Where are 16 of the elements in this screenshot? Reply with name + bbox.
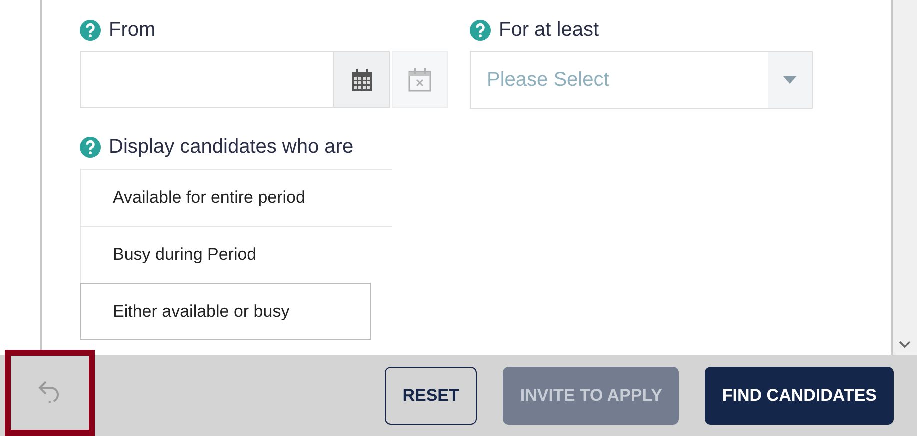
scroll-down-icon[interactable] bbox=[899, 341, 911, 349]
help-icon[interactable] bbox=[80, 20, 101, 40]
availability-option[interactable]: Either available or busy bbox=[80, 283, 371, 340]
calendar-icon bbox=[350, 68, 372, 92]
field-label: Display candidates who are bbox=[109, 135, 354, 160]
action-button[interactable]: RESET bbox=[384, 366, 478, 424]
field-label: For at least bbox=[499, 18, 600, 43]
field-label: From bbox=[109, 18, 156, 43]
availability-option[interactable]: Available for entire period bbox=[80, 169, 392, 226]
calendar-button[interactable] bbox=[333, 51, 390, 108]
action-button[interactable]: FIND CANDIDATES bbox=[705, 366, 894, 424]
help-icon[interactable] bbox=[80, 136, 101, 158]
help-icon[interactable] bbox=[470, 20, 491, 40]
calendar-clear-icon bbox=[408, 66, 432, 92]
availability-option[interactable]: Busy during Period bbox=[80, 226, 392, 283]
date-input[interactable] bbox=[80, 51, 333, 108]
